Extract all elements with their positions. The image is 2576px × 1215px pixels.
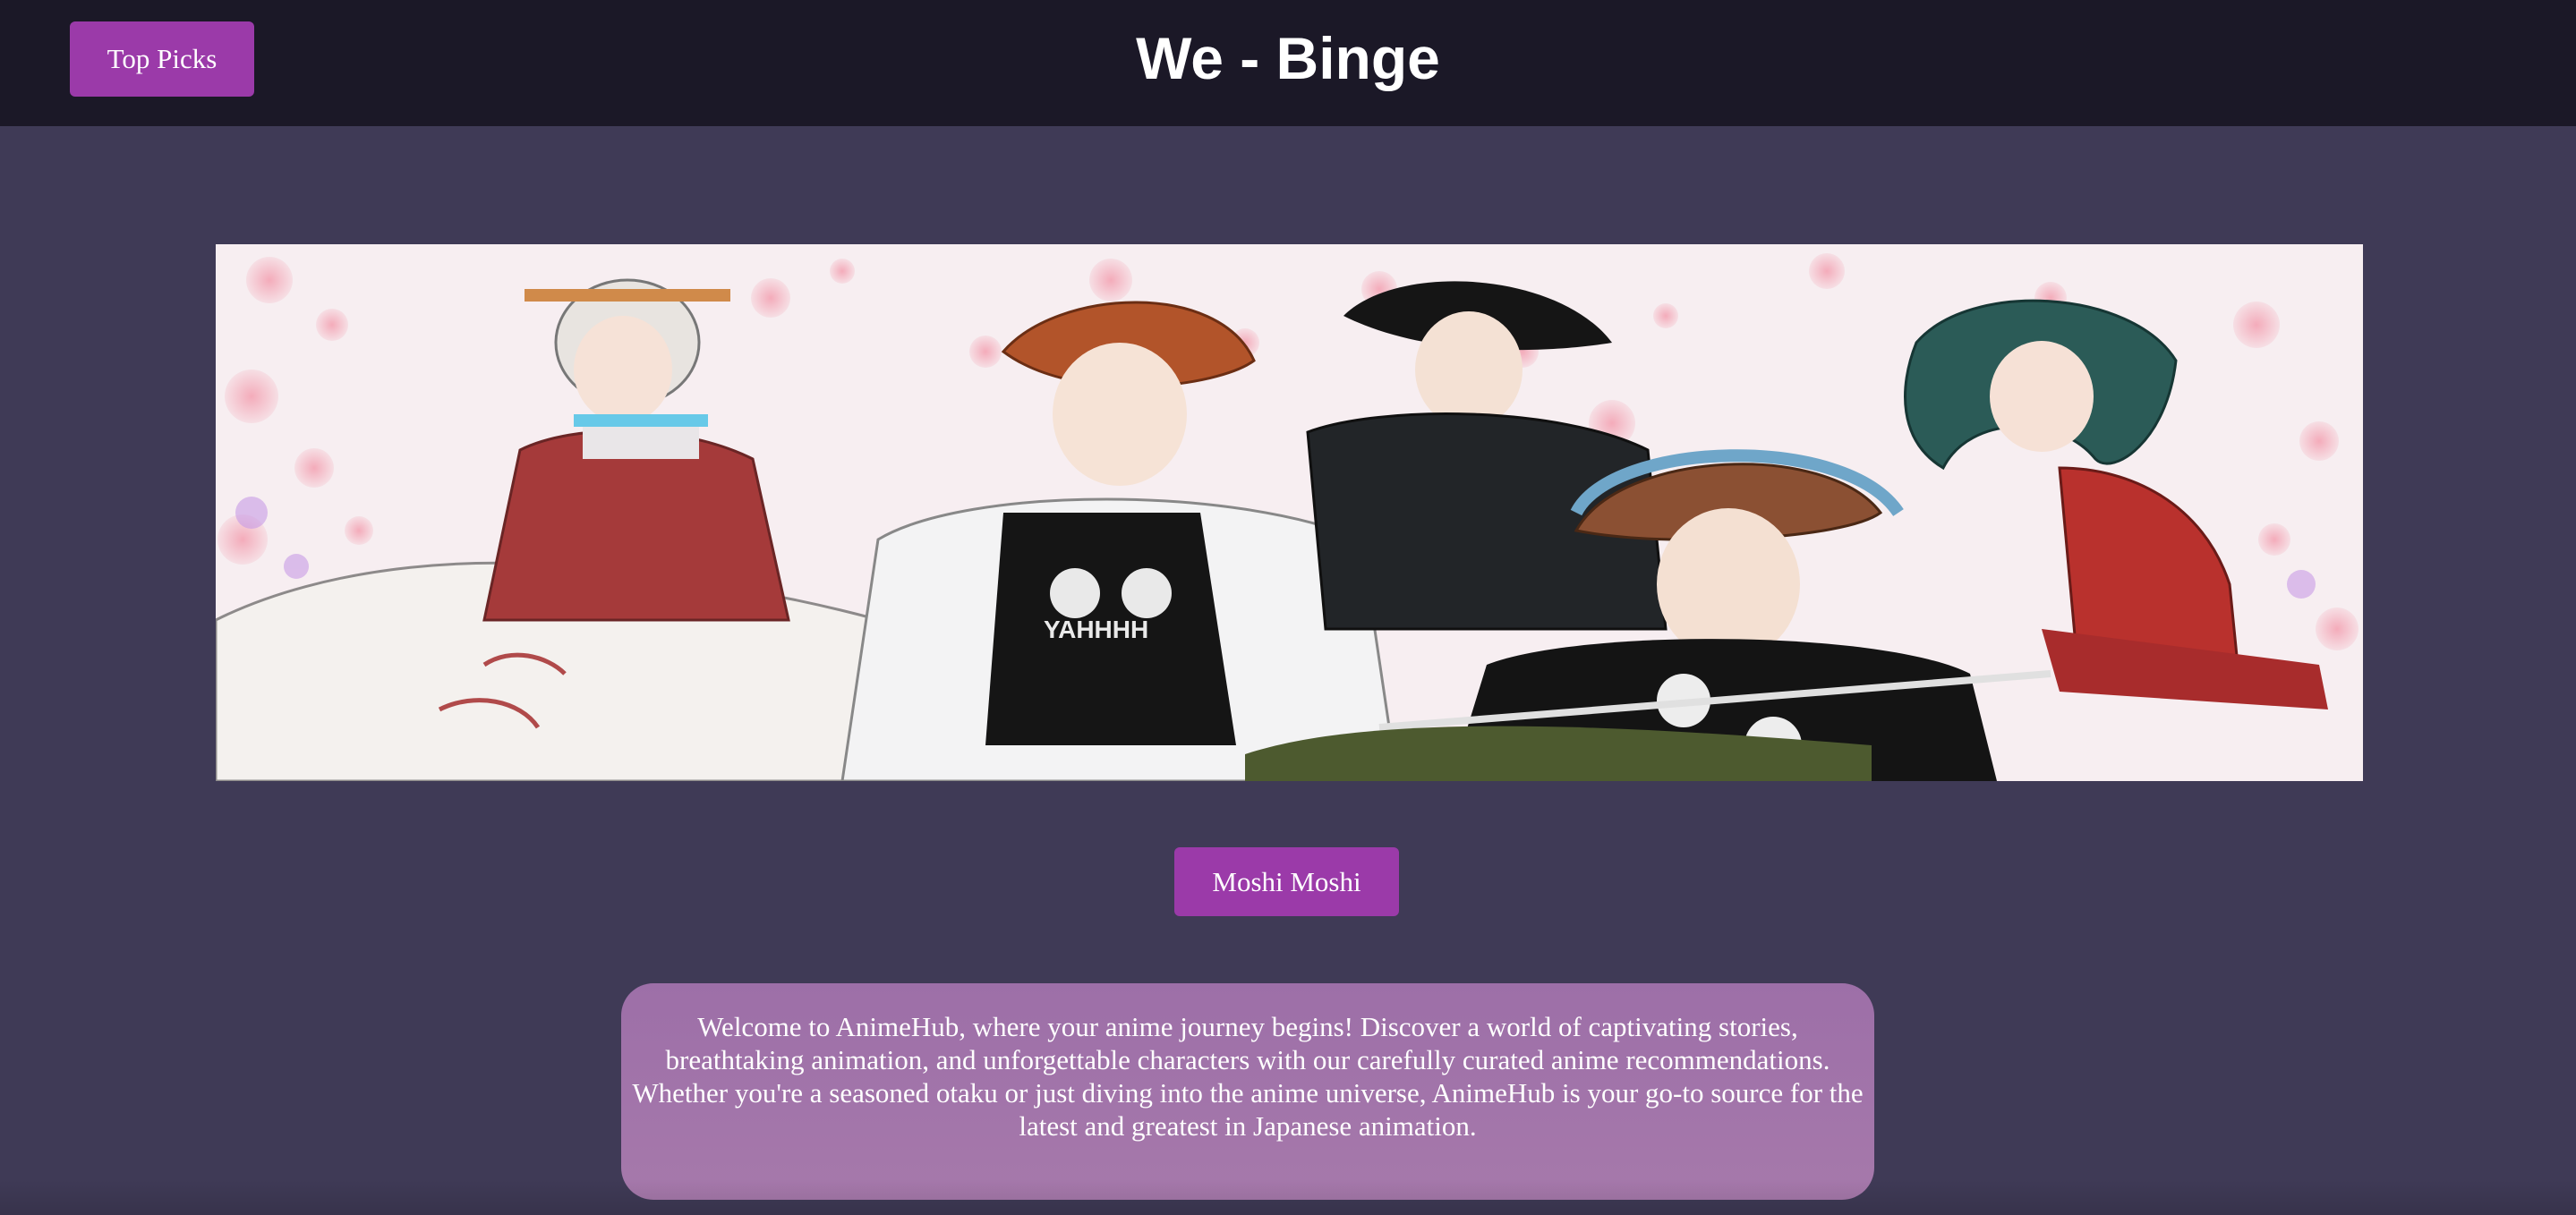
hero-banner-image: YAHHHH xyxy=(216,244,2363,781)
welcome-text: Welcome to AnimeHub, where your anime jo… xyxy=(632,1011,1864,1142)
top-picks-button[interactable]: Top Picks xyxy=(70,21,254,97)
site-title: We - Binge xyxy=(1136,25,1440,91)
navbar: We - Binge Top Picks xyxy=(0,0,2576,126)
welcome-card: Welcome to AnimeHub, where your anime jo… xyxy=(621,983,1874,1200)
moshi-moshi-button[interactable]: Moshi Moshi xyxy=(1174,847,1399,916)
hero-illustration: YAHHHH xyxy=(216,244,2363,781)
svg-text:YAHHHH: YAHHHH xyxy=(1044,616,1148,643)
